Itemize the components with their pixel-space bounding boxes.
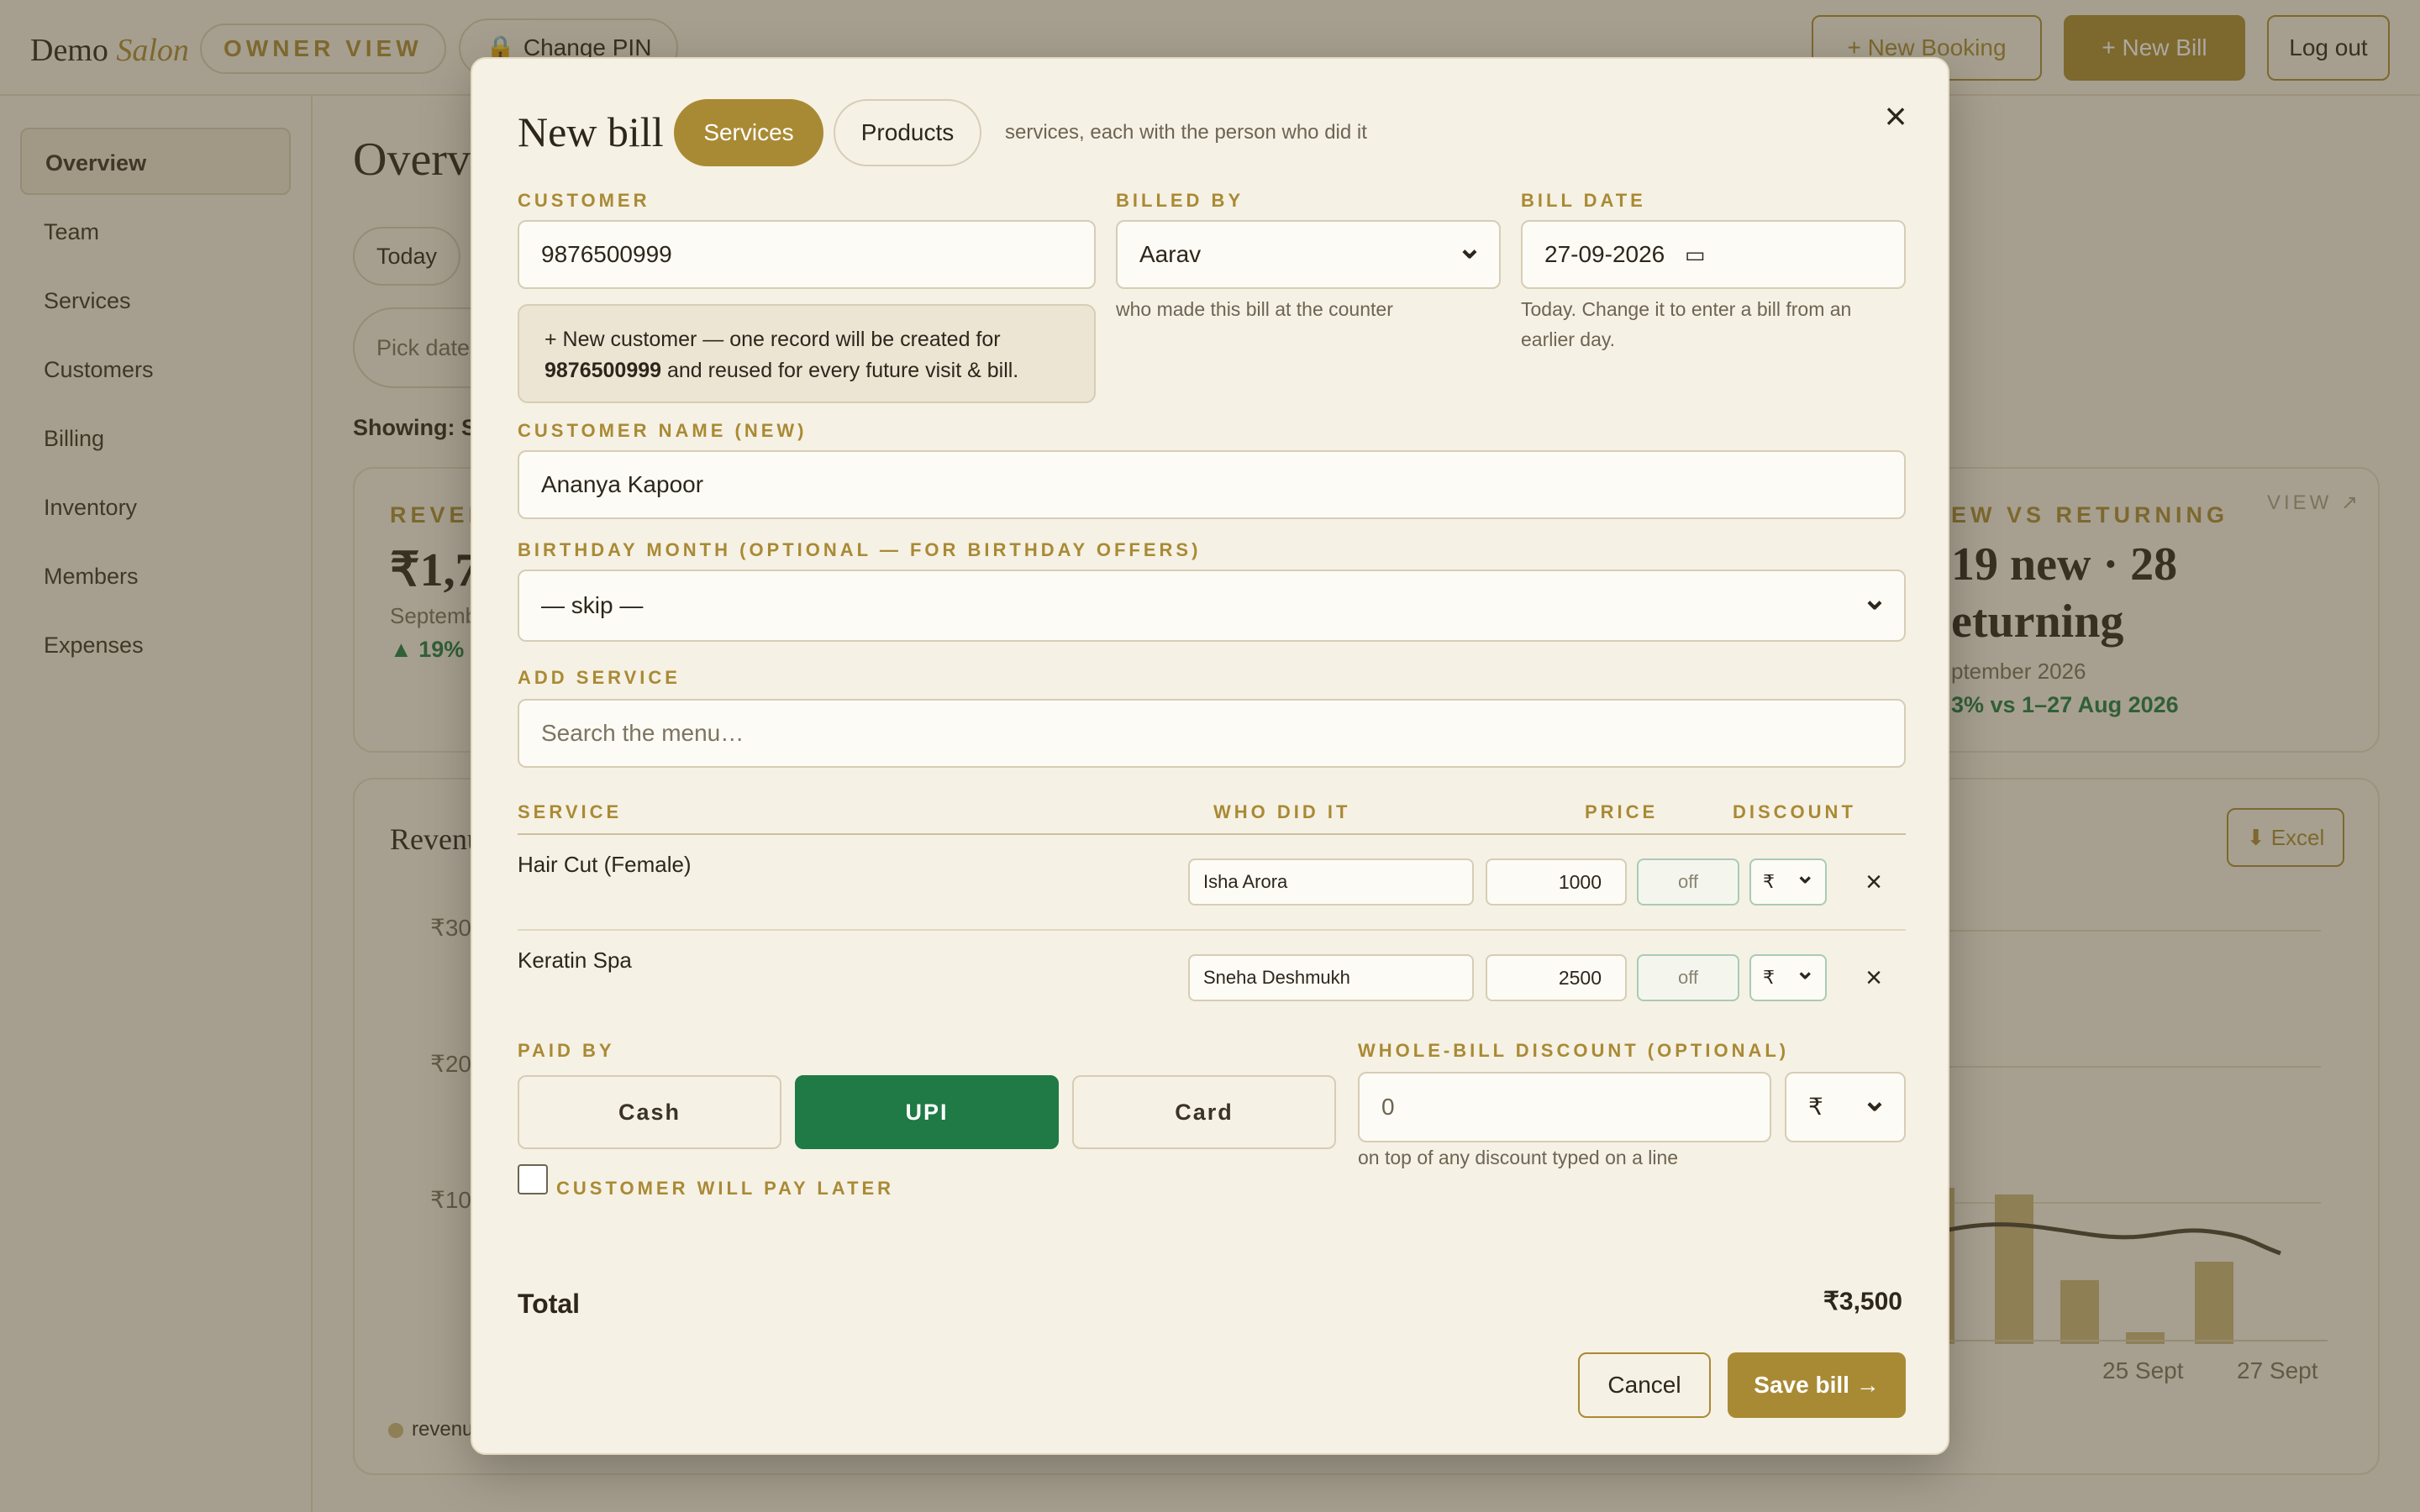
table-divider <box>518 833 1906 835</box>
birthday-month-select[interactable]: — skip — <box>518 564 1906 642</box>
bill-date-label: BILL DATE <box>1521 190 1646 211</box>
line-discount-unit-select[interactable]: ₹ <box>1749 949 1827 1001</box>
save-bill-button[interactable]: Save bill → <box>1728 1352 1906 1418</box>
pay-later-checkbox[interactable] <box>518 1164 548 1194</box>
customer-label: CUSTOMER <box>518 190 650 211</box>
billed-by-hint: who made this bill at the counter <box>1116 298 1393 320</box>
new-customer-notice: + New customer — one record will be crea… <box>518 304 1096 403</box>
remove-line-icon[interactable]: × <box>1857 961 1891 995</box>
whole-bill-discount-unit-select[interactable]: ₹ <box>1785 1067 1906 1142</box>
customer-name-label: CUSTOMER NAME (NEW) <box>518 420 808 441</box>
birthday-month-label: BIRTHDAY MONTH (OPTIONAL — FOR BIRTHDAY … <box>518 539 1202 560</box>
paid-by-label: PAID BY <box>518 1040 615 1061</box>
line-service-name: Keratin Spa <box>518 948 632 973</box>
pay-cash-button[interactable]: Cash <box>518 1075 781 1149</box>
tab-services[interactable]: Services <box>674 99 823 166</box>
whole-bill-discount-label: WHOLE-BILL DISCOUNT (OPTIONAL) <box>1358 1040 1790 1061</box>
line-service-name: Hair Cut (Female) <box>518 852 692 877</box>
total-label: Total <box>518 1289 581 1319</box>
pay-card-button[interactable]: Card <box>1072 1075 1336 1149</box>
line-price-input[interactable]: 2500 <box>1486 954 1627 1001</box>
cancel-button[interactable]: Cancel <box>1578 1352 1711 1418</box>
service-search-input[interactable]: Search the menu… <box>518 699 1906 768</box>
billed-by-label: BILLED BY <box>1116 190 1244 211</box>
total-value: ₹3,500 <box>1823 1288 1902 1315</box>
pay-upi-button[interactable]: UPI <box>795 1075 1059 1149</box>
tab-products[interactable]: Products <box>834 99 981 166</box>
remove-line-icon[interactable]: × <box>1857 865 1891 899</box>
bill-date-hint: Today. Change it to enter a bill from an… <box>1521 298 1852 350</box>
add-service-label: ADD SERVICE <box>518 667 681 688</box>
billed-by-select[interactable]: Aarav <box>1116 215 1501 289</box>
calendar-icon[interactable]: ▭ <box>1685 242 1706 267</box>
tab-hint: services, each with the person who did i… <box>1005 121 1367 144</box>
customer-name-input[interactable]: Ananya Kapoor <box>518 450 1906 519</box>
line-discount-input[interactable]: off <box>1637 858 1739 906</box>
bill-date-input[interactable]: 27-09-2026 ▭ <box>1521 220 1906 289</box>
column-header-discount: DISCOUNT <box>1733 801 1856 822</box>
whole-bill-discount-hint: on top of any discount typed on a line <box>1358 1147 1679 1168</box>
line-staff-input[interactable]: Sneha Deshmukh <box>1188 954 1474 1001</box>
dialog-title: New bill <box>518 108 664 155</box>
line-discount-unit-select[interactable]: ₹ <box>1749 853 1827 906</box>
column-header-service: SERVICE <box>518 801 623 822</box>
line-staff-input[interactable]: Isha Arora <box>1188 858 1474 906</box>
whole-bill-discount-input[interactable]: 0 <box>1358 1072 1771 1142</box>
line-discount-input[interactable]: off <box>1637 954 1739 1001</box>
row-divider <box>518 929 1906 931</box>
customer-phone-input[interactable]: 9876500999 <box>518 220 1096 289</box>
close-icon[interactable]: × <box>1874 94 1918 138</box>
column-header-price: PRICE <box>1585 801 1659 822</box>
new-bill-dialog: New bill Services Products services, eac… <box>471 57 1949 1455</box>
line-price-input[interactable]: 1000 <box>1486 858 1627 906</box>
column-header-who: WHO DID IT <box>1213 801 1351 822</box>
pay-later-label[interactable]: CUSTOMER WILL PAY LATER <box>556 1178 894 1200</box>
